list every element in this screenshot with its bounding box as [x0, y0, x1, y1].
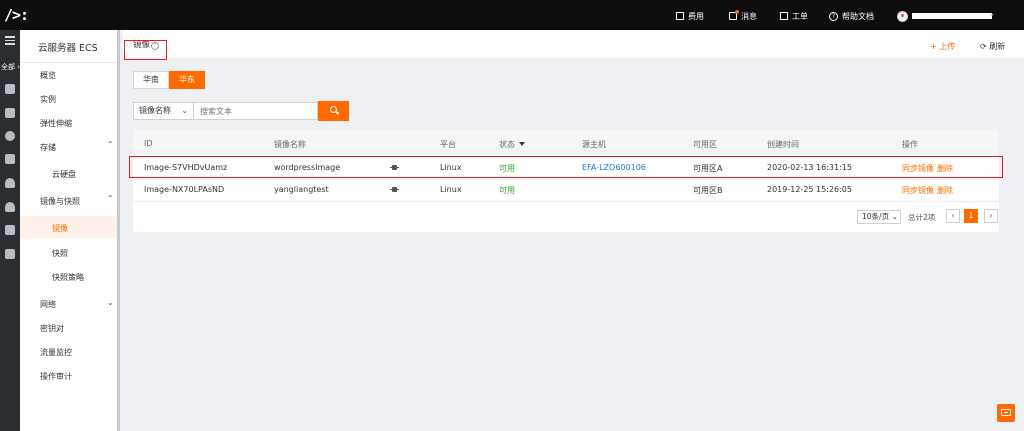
row2-image-type-icon [390, 186, 399, 193]
upload-button[interactable]: + 上传 [930, 41, 955, 52]
row2-status: 可用 [499, 186, 515, 195]
column-header-source: 源主机 [582, 140, 606, 149]
search-button[interactable] [318, 101, 349, 121]
tab-region-east[interactable]: 华东 [169, 71, 205, 89]
message-icon [729, 10, 739, 20]
sidebar-group-images-snapshots[interactable]: 镜像与快照 [40, 196, 80, 207]
help-docs-link[interactable]: ? 帮助文档 [829, 10, 874, 22]
row2-platform: Linux [440, 185, 462, 194]
hamburger-menu-icon[interactable] [5, 36, 15, 45]
chat-icon [1001, 409, 1011, 416]
column-header-name: 镜像名称 [274, 140, 306, 149]
storage-icon[interactable] [5, 154, 15, 164]
avatar [897, 10, 908, 22]
messages-label: 消息 [741, 11, 757, 21]
row2-created: 2019-12-25 15:26:05 [767, 185, 852, 194]
cloud-icon[interactable] [5, 202, 15, 212]
billing-label: 费用 [688, 11, 704, 21]
row2-zone: 可用区B [693, 186, 723, 195]
row2-sync-image-link[interactable]: 同步镜像 [902, 185, 934, 196]
sidebar-active-highlight [20, 216, 117, 238]
ticket-link[interactable]: 工单 [780, 10, 808, 22]
search-field-chevron-down-icon: ⌄ [181, 106, 188, 115]
sidebar-item-images[interactable]: 镜像 [52, 223, 68, 234]
images-chevron-up-icon[interactable]: ⌃ [107, 194, 114, 203]
sidebar-item-auto-scaling[interactable]: 弹性伸缩 [40, 118, 72, 129]
current-page-button[interactable]: 1 [964, 209, 978, 223]
refresh-button[interactable]: ⟳ 刷新 [980, 41, 1005, 52]
page-size-select[interactable]: 10条/页 ⌄ [857, 210, 901, 224]
pagination-total: 总计2项 [908, 213, 936, 222]
cloud-storage-icon[interactable] [5, 178, 15, 188]
prev-page-button[interactable]: ‹ [946, 209, 960, 223]
network-chevron-down-icon[interactable]: ⌄ [107, 298, 114, 307]
sidebar-item-overview[interactable]: 概览 [40, 70, 56, 81]
ecs-sidebar: 云服务器 ECS 概览 实例 弹性伸缩 存储 ⌃ 云硬盘 镜像与快照 ⌃ 镜像 … [20, 30, 120, 431]
column-header-id: ID [144, 139, 153, 148]
user-account-menu[interactable] [897, 10, 992, 22]
sidebar-group-network[interactable]: 网络 [40, 299, 56, 310]
sidebar-divider [20, 62, 117, 63]
status-header-label: 状态 [499, 140, 515, 149]
annotation-highlight-row [129, 156, 1003, 178]
filter-icon[interactable] [519, 142, 525, 146]
billing-link[interactable]: 费用 [676, 10, 704, 22]
sidebar-title: 云服务器 ECS [38, 43, 98, 54]
ticket-label: 工单 [792, 11, 808, 21]
sidebar-item-cloud-disk[interactable]: 云硬盘 [52, 169, 76, 180]
product-icon-rail: 全部 › [0, 30, 20, 431]
account-chevron-down-icon[interactable]: ⌄ [988, 9, 996, 19]
row-separator [133, 179, 999, 180]
ticket-icon [780, 12, 788, 20]
region-tabs: 华南 华东 [133, 71, 205, 89]
sidebar-item-snapshots[interactable]: 快照 [52, 248, 68, 259]
unread-dot [735, 10, 739, 14]
all-products-link[interactable]: 全部 › [1, 62, 20, 72]
row2-id: Image-NX70LPAsND [144, 185, 225, 194]
storage-chevron-up-icon[interactable]: ⌃ [107, 140, 114, 149]
next-page-button[interactable]: › [984, 209, 998, 223]
console-logo[interactable]: />: [4, 6, 29, 24]
table-header: ID 镜像名称 平台 状态 源主机 可用区 创建时间 操作 [133, 129, 999, 156]
column-header-status[interactable]: 状态 [499, 139, 525, 150]
column-header-created: 创建时间 [767, 140, 799, 149]
sidebar-item-traffic-monitor[interactable]: 流量监控 [40, 347, 72, 358]
sidebar-item-key-pairs[interactable]: 密钥对 [40, 323, 64, 334]
row-separator [133, 201, 999, 202]
sidebar-item-audit[interactable]: 操作审计 [40, 371, 72, 382]
stack-icon[interactable] [5, 249, 15, 259]
search-icon [330, 106, 337, 113]
search-field-select[interactable]: 镜像名称 ⌄ [133, 102, 194, 120]
tab-region-south[interactable]: 华南 [133, 71, 169, 89]
column-header-zone: 可用区 [693, 140, 717, 149]
database-icon[interactable] [5, 108, 15, 118]
billing-icon [676, 12, 684, 20]
row2-name: yangliangtest [274, 185, 329, 194]
search-input[interactable] [194, 102, 318, 120]
sidebar-item-instances[interactable]: 实例 [40, 94, 56, 105]
help-icon: ? [829, 11, 838, 21]
content-header: 镜像? + 上传 ⟳ 刷新 [123, 30, 1024, 58]
column-header-platform: 平台 [440, 140, 456, 149]
sidebar-group-storage[interactable]: 存储 [40, 142, 56, 153]
row2-delete-link[interactable]: 删除 [937, 185, 953, 196]
globe-icon[interactable] [5, 131, 15, 141]
username-redacted [912, 13, 992, 19]
sidebar-item-snapshot-policy[interactable]: 快照策略 [52, 272, 84, 283]
security-icon[interactable] [5, 225, 15, 235]
messages-link[interactable]: 消息 [729, 10, 757, 22]
column-header-actions: 操作 [902, 140, 918, 149]
customer-support-button[interactable] [997, 404, 1015, 422]
cloud-server-icon[interactable] [5, 84, 15, 94]
help-docs-label: 帮助文档 [842, 11, 874, 21]
top-navigation-bar: />: 费用 消息 工单 ? 帮助文档 ⌄ [0, 0, 1024, 30]
search-field-label: 镜像名称 [139, 106, 171, 115]
annotation-highlight-title [124, 40, 167, 60]
